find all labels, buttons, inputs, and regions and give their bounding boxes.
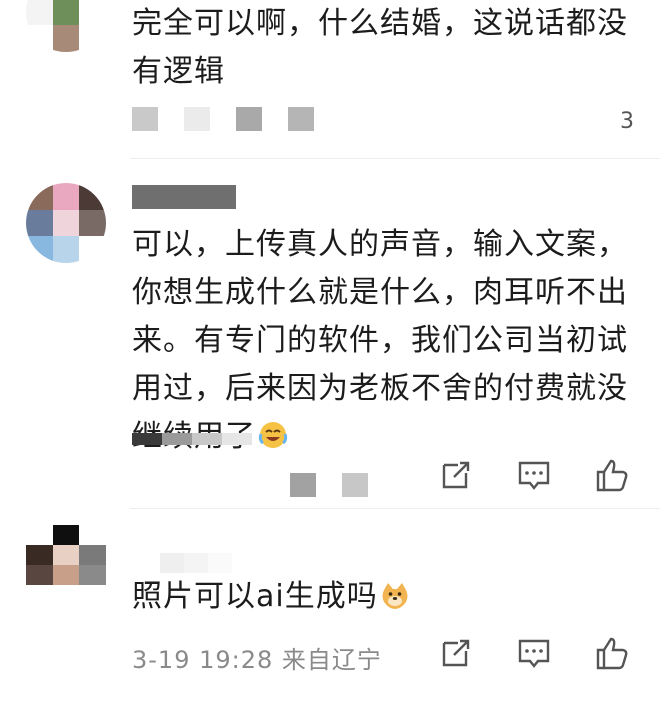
comment-body: 照片可以ai生成吗	[132, 579, 378, 614]
comment-meta: 3-19 19:28 来自辽宁	[132, 646, 382, 674]
avatar[interactable]	[26, 183, 106, 263]
comment-icon[interactable]	[516, 635, 552, 671]
comment-2: 可以，上传真人的声音，输入文案，你想生成什么就是什么，肉耳听不出来。有专门的软件…	[0, 159, 660, 499]
avatar[interactable]	[26, 525, 106, 605]
thumbs-up-icon[interactable]	[594, 635, 630, 671]
laughing-crying-emoji	[258, 417, 288, 448]
comment-text: 可以，上传真人的声音，输入文案，你想生成什么就是什么，肉耳听不出来。有专门的软件…	[132, 221, 637, 461]
avatar[interactable]	[26, 0, 106, 52]
blurred-strip	[132, 433, 252, 445]
comment-body: 可以，上传真人的声音，输入文案，你想生成什么就是什么，肉耳听不出来。有专门的软件…	[132, 227, 628, 454]
comment-icon[interactable]	[516, 457, 552, 493]
comment-text: 完全可以啊，什么结婚，这说话都没有逻辑	[132, 6, 628, 89]
like-count: 3	[620, 109, 634, 134]
blurred-metadata	[132, 107, 314, 131]
username-blurred	[160, 553, 232, 573]
doge-emoji	[380, 577, 410, 609]
comment-1: 完全可以啊，什么结婚，这说话都没有逻辑 3	[0, 0, 660, 160]
blurred-metadata	[290, 473, 368, 497]
share-icon[interactable]	[438, 457, 474, 493]
username-blurred	[132, 185, 236, 209]
comment-3: 照片可以ai生成吗 3-19 19:28 来自辽宁	[0, 509, 660, 699]
share-icon[interactable]	[438, 635, 474, 671]
thumbs-up-icon[interactable]	[594, 457, 630, 493]
comment-text: 照片可以ai生成吗	[132, 573, 637, 621]
